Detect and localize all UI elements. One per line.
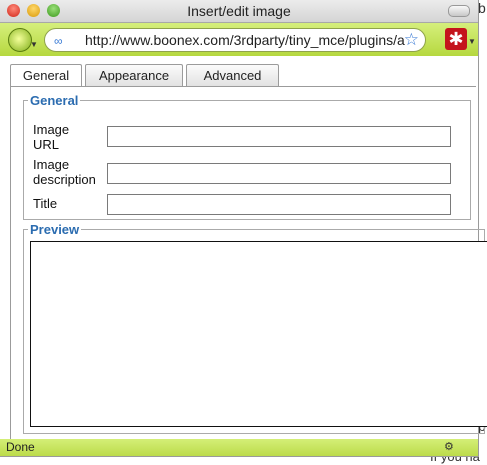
- window-title: Insert/edit image: [187, 3, 291, 19]
- url-text[interactable]: http://www.boonex.com/3rdparty/tiny_mce/…: [85, 32, 405, 48]
- tab-panel-general: General Image URL Image description Titl…: [10, 86, 487, 441]
- preview-legend: Preview: [30, 222, 80, 237]
- title-bar: Insert/edit image: [0, 0, 478, 23]
- image-preview-area: [30, 241, 487, 427]
- image-url-input[interactable]: [107, 126, 451, 147]
- image-url-label: Image URL: [33, 122, 70, 152]
- bg-char: b: [478, 0, 486, 16]
- plugin-icon: ⚙: [444, 441, 454, 453]
- image-description-label: Image description: [33, 157, 96, 187]
- general-fieldset: General Image URL Image description Titl…: [23, 93, 471, 220]
- chevron-down-icon[interactable]: ▼: [30, 40, 38, 49]
- tab-general[interactable]: General: [10, 64, 82, 87]
- image-description-input[interactable]: [107, 163, 451, 184]
- chevron-down-icon[interactable]: ▼: [468, 37, 476, 46]
- tab-appearance[interactable]: Appearance: [85, 64, 183, 86]
- toolbar-toggle-button[interactable]: [448, 5, 470, 17]
- preview-fieldset: Preview: [23, 222, 487, 434]
- asterisk-icon[interactable]: ✱: [445, 28, 467, 50]
- general-legend: General: [30, 93, 79, 108]
- bookmark-star-icon[interactable]: ☆: [404, 30, 419, 50]
- tab-advanced[interactable]: Advanced: [186, 64, 279, 86]
- insert-image-window: Insert/edit image ▼ ∞ http://www.boonex.…: [0, 0, 487, 457]
- status-text: Done: [6, 440, 35, 454]
- title-label: Title: [33, 196, 58, 211]
- title-input[interactable]: [107, 194, 451, 215]
- browser-toolbar: ▼ ∞ http://www.boonex.com/3rdparty/tiny_…: [0, 23, 478, 56]
- status-bar: Done ⚙: [0, 439, 478, 456]
- browser-app-icon[interactable]: [8, 28, 32, 52]
- site-identity-icon[interactable]: ∞: [54, 34, 63, 48]
- url-bar[interactable]: ∞ http://www.boonex.com/3rdparty/tiny_mc…: [44, 28, 426, 52]
